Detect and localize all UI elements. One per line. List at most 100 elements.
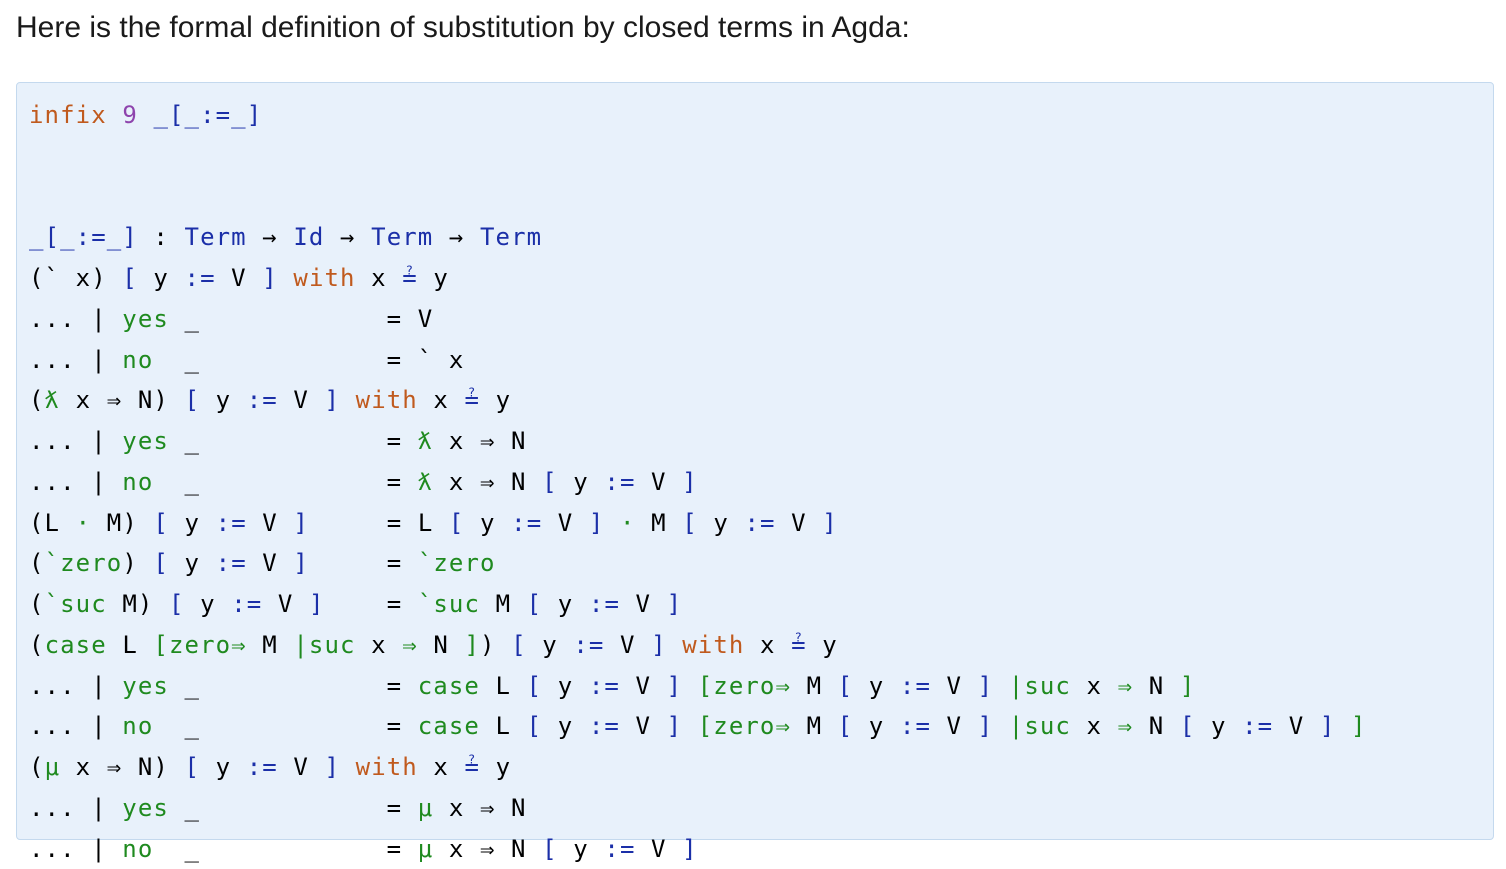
code-token: V xyxy=(247,549,294,577)
code-token: x ⇒ N xyxy=(433,794,526,822)
code-token: · xyxy=(76,509,92,537)
code-token: → xyxy=(324,223,371,251)
intro-paragraph: Here is the formal definition of substit… xyxy=(16,8,910,48)
code-token: (` x) xyxy=(29,264,122,292)
code-token: ≟ xyxy=(402,264,418,292)
code-line: infix 9 _[_:=_] xyxy=(29,95,1367,136)
code-token: = xyxy=(325,590,418,618)
code-token: V xyxy=(620,672,667,700)
code-token: 9 xyxy=(122,101,138,129)
code-token: ] xyxy=(1180,672,1196,700)
code-token: x xyxy=(1071,712,1118,740)
code-line: (μ x ⇒ N) [ y := V ] with x ≟ y xyxy=(29,747,1367,788)
code-token: x ⇒ N) xyxy=(60,386,184,414)
code-token: y xyxy=(200,753,247,781)
code-token: Id xyxy=(293,223,324,251)
code-token: := xyxy=(604,468,635,496)
code-token: infix xyxy=(29,101,107,129)
code-token: [ xyxy=(838,712,854,740)
code-token xyxy=(107,101,123,129)
code-token: V xyxy=(620,590,667,618)
code-token: ] xyxy=(1351,712,1367,740)
code-token xyxy=(340,753,356,781)
code-token: ( xyxy=(29,386,45,414)
code-token: [ xyxy=(527,672,543,700)
code-token: := xyxy=(247,386,278,414)
code-token: y xyxy=(138,264,185,292)
code-token: |suc xyxy=(1009,712,1071,740)
code-token: x xyxy=(356,631,403,659)
code-token: y xyxy=(558,468,605,496)
code-token: |suc xyxy=(293,631,355,659)
code-token: V xyxy=(247,509,294,537)
code-token: [ xyxy=(527,712,543,740)
code-token: ) xyxy=(122,549,153,577)
code-token: _ = xyxy=(169,427,418,455)
code-token: ⇒ xyxy=(1118,672,1134,700)
code-line: ... | no _ = ` x xyxy=(29,340,1367,381)
code-token: = L xyxy=(309,509,449,537)
code-token: [ xyxy=(153,509,169,537)
code-token: [ xyxy=(185,386,201,414)
code-token xyxy=(340,386,356,414)
code-token: := xyxy=(900,672,931,700)
code-token: Term xyxy=(480,223,542,251)
code-token: y xyxy=(853,672,900,700)
code-token: with xyxy=(682,631,744,659)
code-token: ] xyxy=(325,386,341,414)
code-token: yes xyxy=(122,305,169,333)
code-token: Term xyxy=(185,223,247,251)
code-token: no xyxy=(122,346,153,374)
code-token: ≟ xyxy=(465,386,481,414)
code-token: ⇒ xyxy=(402,631,418,659)
code-token: with xyxy=(356,386,418,414)
code-token: ] xyxy=(651,631,667,659)
code-token: M xyxy=(480,590,527,618)
code-token: ] xyxy=(464,631,480,659)
code-token: ( xyxy=(29,590,45,618)
code-token: x xyxy=(1071,672,1118,700)
code-token: := xyxy=(231,590,262,618)
code-token: V xyxy=(931,712,978,740)
code-token: ... | xyxy=(29,468,122,496)
code-token: := xyxy=(589,590,620,618)
code-token: y xyxy=(1195,712,1242,740)
code-token: ... | xyxy=(29,427,122,455)
code-line xyxy=(29,136,1367,177)
code-token: → xyxy=(247,223,294,251)
code-token: : xyxy=(138,223,185,251)
code-token: ] xyxy=(978,672,994,700)
code-token: [ xyxy=(682,509,698,537)
code-token xyxy=(138,101,154,129)
code-token: [ xyxy=(542,468,558,496)
code-block: infix 9 _[_:=_] _[_:=_] : Term → Id → Te… xyxy=(16,82,1494,840)
code-line: ... | no _ = ƛ x ⇒ N [ y := V ] xyxy=(29,462,1367,503)
code-token: _ = ` x xyxy=(153,346,464,374)
code-token: y xyxy=(853,712,900,740)
code-token: ≟ xyxy=(791,631,807,659)
code-line: (` x) [ y := V ] with x ≟ y xyxy=(29,258,1367,299)
code-line: (`suc M) [ y := V ] = `suc M [ y := V ] xyxy=(29,584,1367,625)
code-line: ... | yes _ = case L [ y := V ] [zero⇒ M… xyxy=(29,666,1367,707)
code-token: y xyxy=(527,631,574,659)
code-token: case xyxy=(418,672,480,700)
code-token: y xyxy=(464,509,511,537)
code-token: [ xyxy=(527,590,543,618)
code-token: _ = xyxy=(169,794,418,822)
code-token: [ xyxy=(153,549,169,577)
agda-code: infix 9 _[_:=_] _[_:=_] : Term → Id → Te… xyxy=(29,95,1367,869)
code-token: := xyxy=(216,509,247,537)
code-token: V xyxy=(636,468,683,496)
code-token: := xyxy=(247,753,278,781)
code-token: x ⇒ N xyxy=(433,468,542,496)
code-token: ] xyxy=(822,509,838,537)
code-token: ] xyxy=(262,264,278,292)
code-token: := xyxy=(1242,712,1273,740)
code-token: M) xyxy=(91,509,153,537)
code-line: (L · M) [ y := V ] = L [ y := V ] · M [ … xyxy=(29,503,1367,544)
code-token: case xyxy=(418,712,480,740)
code-token: no xyxy=(122,712,153,740)
code-token: M xyxy=(791,672,838,700)
code-token: ƛ xyxy=(45,386,61,414)
code-token: y xyxy=(480,753,511,781)
